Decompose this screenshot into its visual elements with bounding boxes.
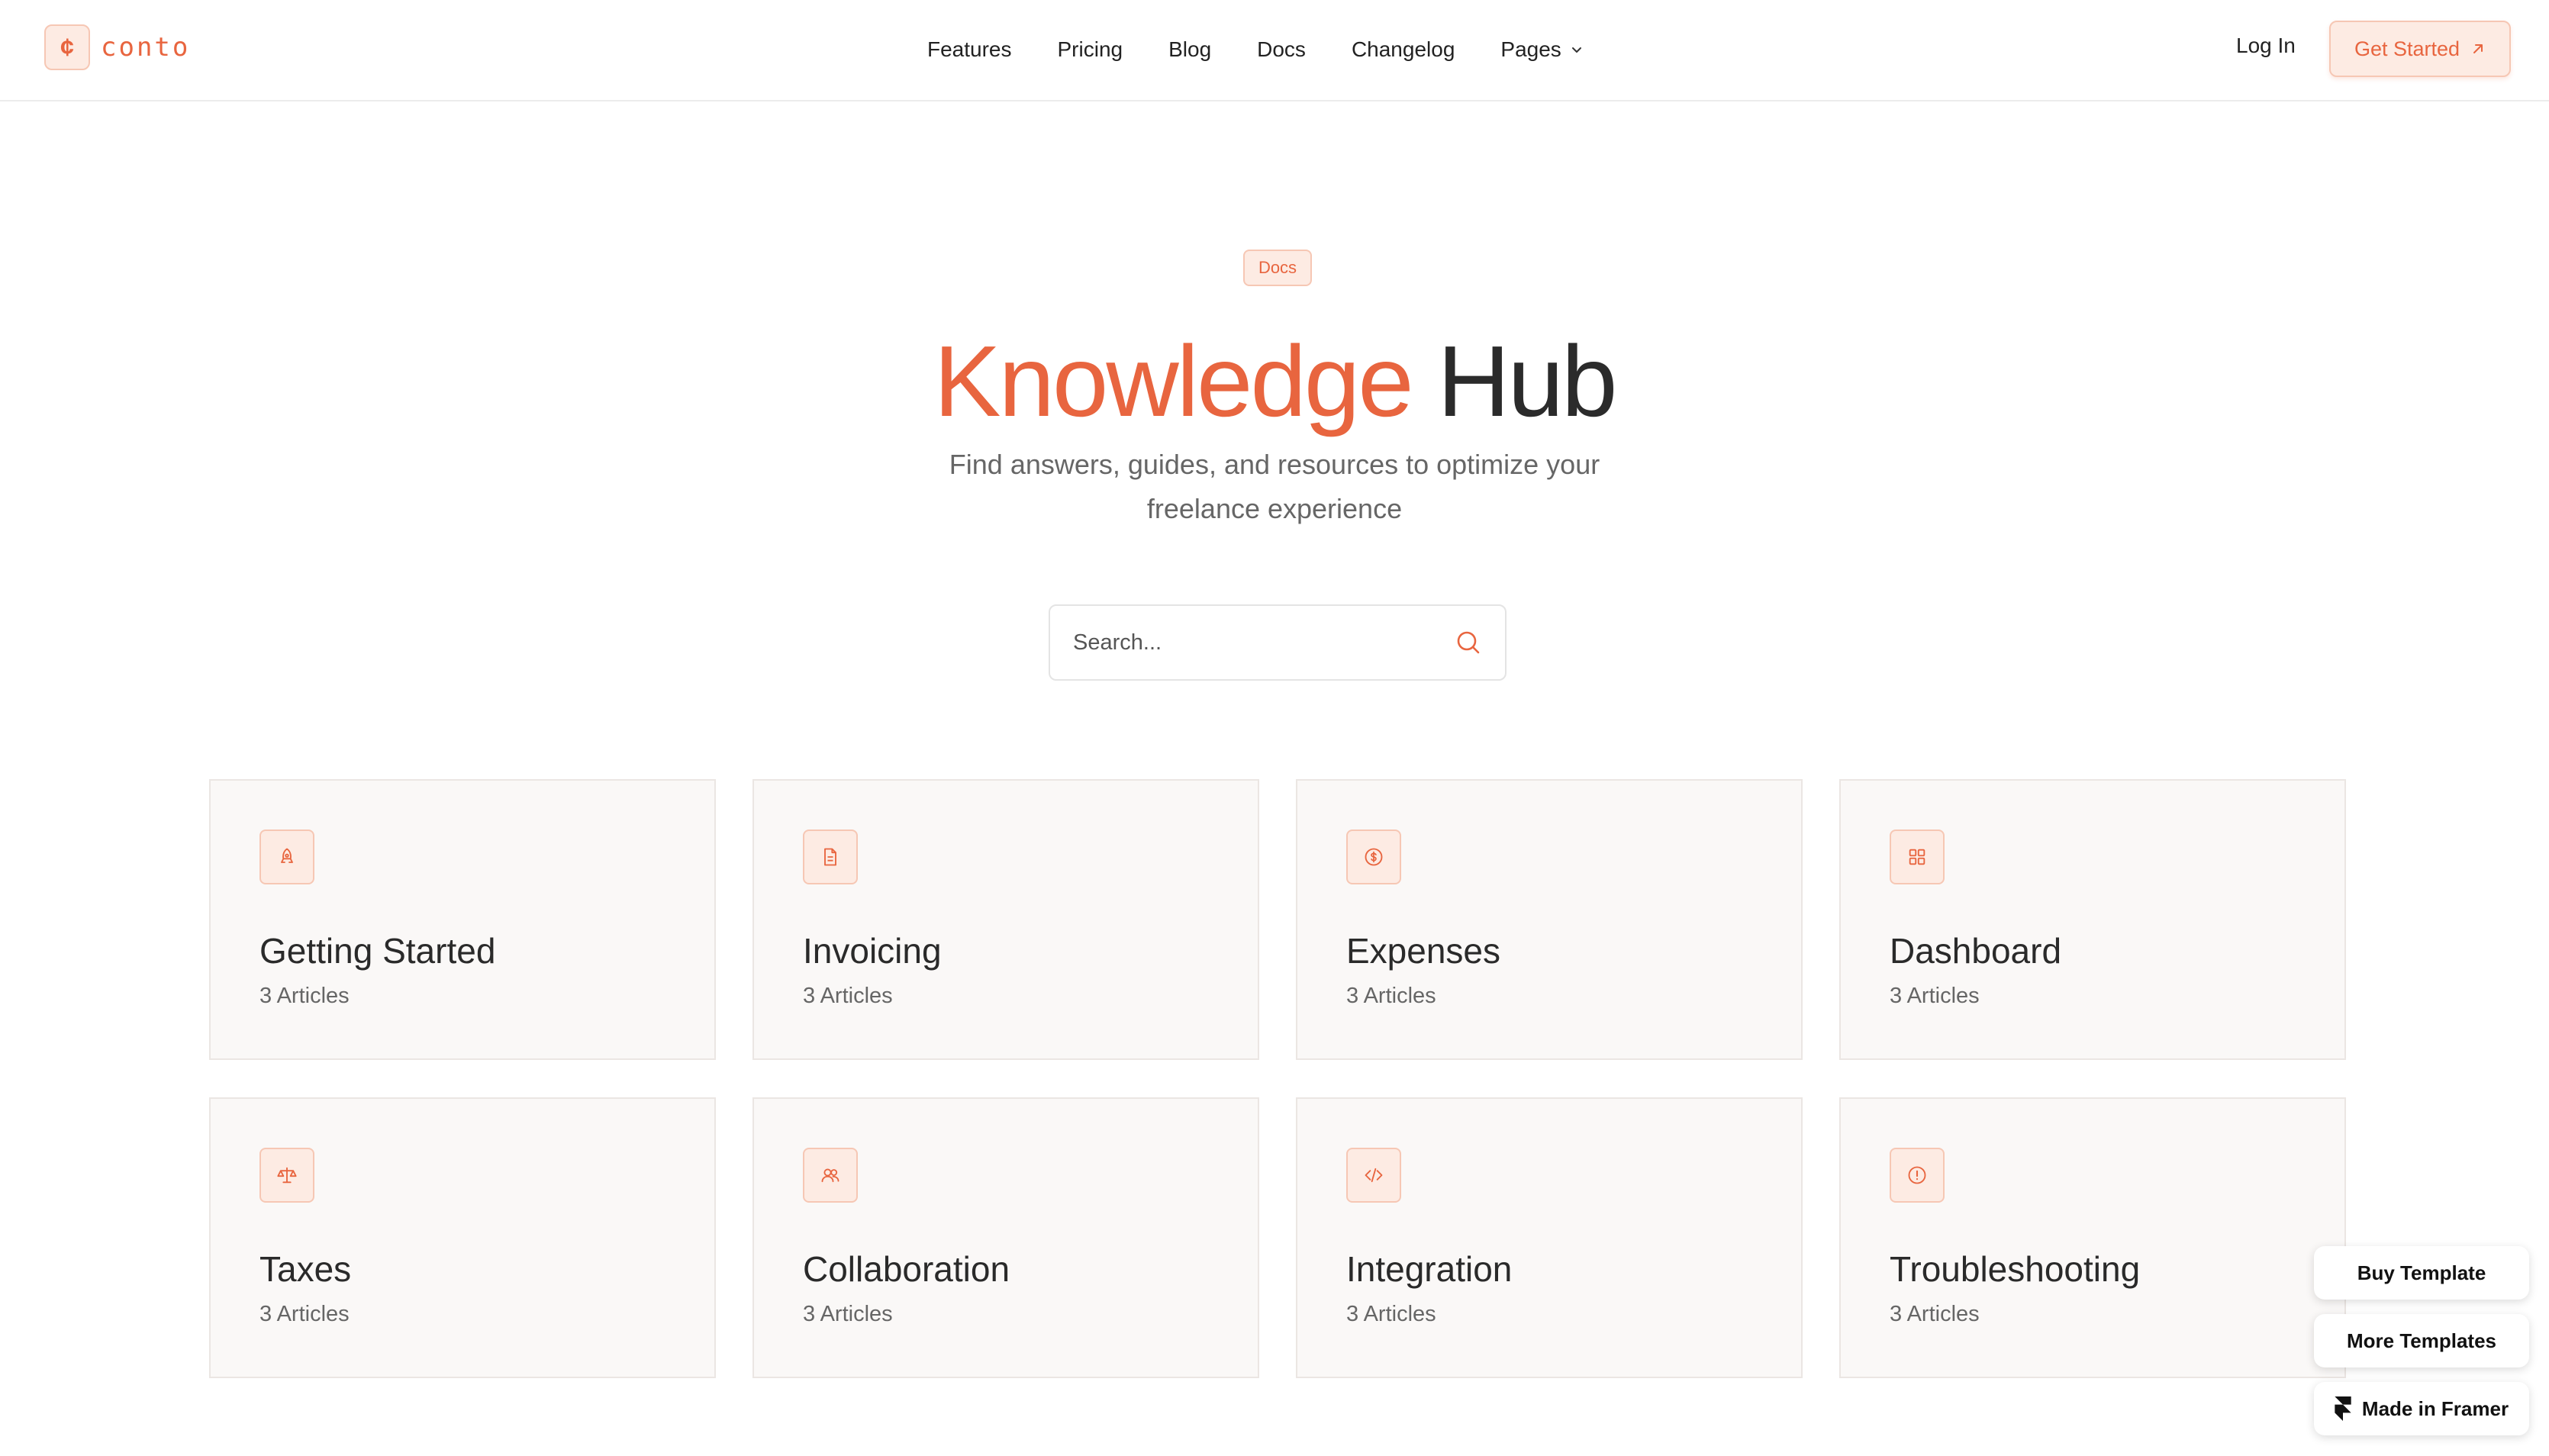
scale-icon	[259, 1148, 314, 1203]
users-icon	[803, 1148, 858, 1203]
alert-circle-icon	[1890, 1148, 1945, 1203]
logo-text: conto	[101, 32, 191, 63]
card-count: 3 Articles	[1346, 1302, 1436, 1326]
logo-mark: ¢	[44, 24, 90, 70]
page-title: Knowledge Hub	[0, 321, 2549, 443]
card-title: Taxes	[259, 1249, 352, 1289]
page-title-accent: Knowledge	[933, 325, 1413, 437]
card-title: Expenses	[1346, 931, 1501, 971]
made-in-framer-button[interactable]: Made in Framer	[2314, 1382, 2529, 1435]
get-started-button[interactable]: Get Started	[2329, 21, 2511, 77]
nav-link-pages[interactable]: Pages	[1500, 37, 1582, 62]
card-count: 3 Articles	[259, 1302, 350, 1326]
card-count: 3 Articles	[803, 984, 893, 1008]
nav-link-features[interactable]: Features	[927, 37, 1012, 62]
nav-link-pages-label: Pages	[1500, 37, 1561, 61]
search-box	[1049, 604, 1507, 681]
arrow-up-right-icon	[2473, 44, 2483, 53]
code-icon	[1346, 1148, 1401, 1203]
card-count: 3 Articles	[1346, 984, 1436, 1008]
dollar-coin-icon	[1346, 829, 1401, 884]
category-card-expenses[interactable]: Expenses 3 Articles	[1296, 779, 1803, 1060]
card-count: 3 Articles	[803, 1302, 893, 1326]
docs-badge: Docs	[1243, 250, 1312, 286]
framer-logo-icon	[2335, 1396, 2351, 1421]
card-count: 3 Articles	[1890, 1302, 1980, 1326]
card-title: Invoicing	[803, 931, 942, 971]
category-card-integration[interactable]: Integration 3 Articles	[1296, 1097, 1803, 1378]
page-title-rest: Hub	[1437, 325, 1617, 437]
category-card-dashboard[interactable]: Dashboard 3 Articles	[1839, 779, 2346, 1060]
category-card-getting-started[interactable]: Getting Started 3 Articles	[209, 779, 716, 1060]
rocket-icon	[259, 829, 314, 884]
category-card-taxes[interactable]: Taxes 3 Articles	[209, 1097, 716, 1378]
nav-links: Features Pricing Blog Docs Changelog Pag…	[927, 0, 1583, 99]
logo[interactable]: ¢ conto	[44, 24, 190, 70]
card-title: Troubleshooting	[1890, 1249, 2141, 1289]
category-card-collaboration[interactable]: Collaboration 3 Articles	[752, 1097, 1259, 1378]
get-started-label: Get Started	[2354, 37, 2460, 60]
search-input[interactable]	[1073, 630, 1453, 656]
page-subtitle: Find answers, guides, and resources to o…	[949, 449, 1600, 524]
card-title: Collaboration	[803, 1249, 1010, 1289]
card-title: Integration	[1346, 1249, 1513, 1289]
card-title: Dashboard	[1890, 931, 2062, 971]
chevron-down-icon	[1571, 47, 1581, 53]
category-card-invoicing[interactable]: Invoicing 3 Articles	[752, 779, 1259, 1060]
more-templates-button[interactable]: More Templates	[2314, 1314, 2529, 1367]
category-card-troubleshooting[interactable]: Troubleshooting 3 Articles	[1839, 1097, 2346, 1378]
nav-link-docs[interactable]: Docs	[1257, 37, 1306, 62]
made-in-framer-label: Made in Framer	[2361, 1396, 2509, 1420]
top-nav: ¢ conto Features Pricing Blog Docs Chang…	[0, 0, 2549, 101]
nav-link-changelog[interactable]: Changelog	[1352, 37, 1455, 62]
card-title: Getting Started	[259, 931, 496, 971]
card-count: 3 Articles	[1890, 984, 1980, 1008]
nav-link-pricing[interactable]: Pricing	[1058, 37, 1123, 62]
grid-icon	[1890, 829, 1945, 884]
file-text-icon	[803, 829, 858, 884]
card-count: 3 Articles	[259, 984, 350, 1008]
login-link[interactable]: Log In	[2236, 34, 2296, 58]
buy-template-button[interactable]: Buy Template	[2314, 1246, 2529, 1300]
nav-link-blog[interactable]: Blog	[1168, 37, 1211, 62]
search-icon[interactable]	[1453, 627, 1484, 658]
